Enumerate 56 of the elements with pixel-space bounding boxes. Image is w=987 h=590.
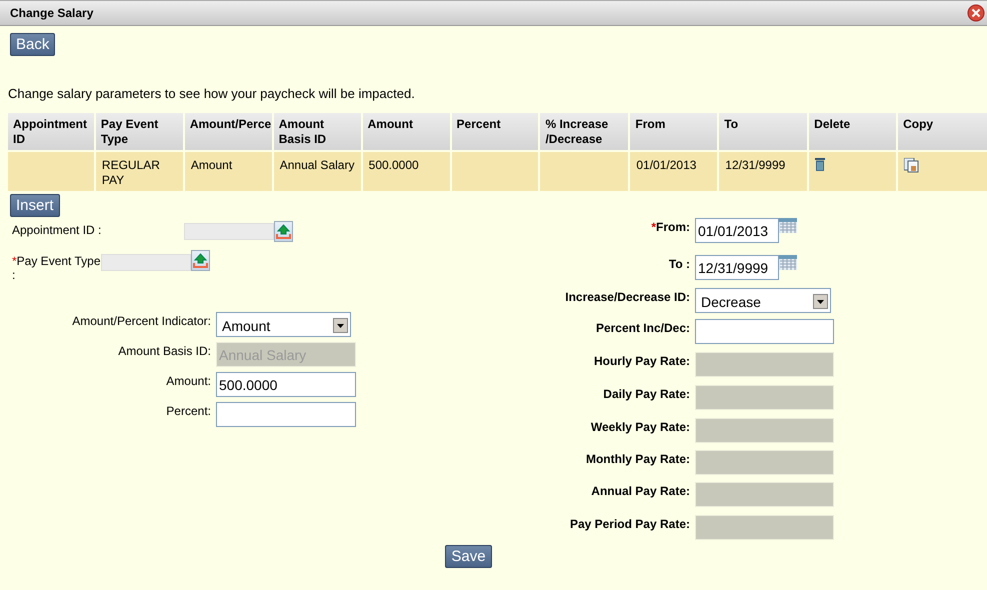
- column-header: Delete: [809, 113, 896, 150]
- description-text: Change salary parameters to see how your paycheck will be impacted.: [8, 86, 416, 101]
- date-field[interactable]: 12/31/9999: [695, 255, 779, 280]
- copy-icon[interactable]: [904, 158, 920, 173]
- column-header: Appointment ID: [8, 113, 94, 150]
- back-button[interactable]: Back: [10, 33, 56, 56]
- column-header: Amount/Perce: [184, 113, 272, 150]
- field-label: *Pay Event Type :: [11, 253, 101, 282]
- field-label: Amount Basis ID:: [117, 343, 212, 358]
- text-field[interactable]: [695, 319, 834, 344]
- dropdown[interactable]: Amount: [216, 312, 351, 337]
- date-field[interactable]: 01/01/2013: [695, 218, 779, 243]
- column-header: Amount: [362, 113, 450, 150]
- table-cell: 12/31/9999: [719, 152, 808, 191]
- field-label: Percent Inc/Dec:: [594, 320, 691, 335]
- lookup-field[interactable]: [101, 254, 191, 271]
- column-header: Amount Basis ID: [274, 113, 361, 150]
- field-label: *From:: [650, 219, 691, 234]
- field-label: Annual Pay Rate:: [590, 483, 691, 498]
- text-field[interactable]: 500.0000: [216, 372, 356, 397]
- lookup-button[interactable]: [274, 221, 293, 242]
- table-cell: Annual Salary: [274, 152, 361, 191]
- table-cell: Amount: [184, 152, 272, 191]
- window-title: Change Salary: [10, 6, 94, 20]
- field-label: Pay Period Pay Rate:: [568, 516, 691, 531]
- table-cell: REGULAR PAY: [96, 152, 183, 191]
- column-header: % Increase /Decrease: [540, 113, 628, 150]
- table-cell: 500.0000: [362, 152, 450, 191]
- column-header: Pay Event Type: [96, 113, 183, 150]
- field-label: To :: [668, 256, 691, 271]
- calendar-icon[interactable]: [779, 218, 797, 233]
- field-label: Monthly Pay Rate:: [584, 451, 691, 466]
- lookup-button[interactable]: [191, 250, 210, 271]
- text-field[interactable]: [216, 402, 356, 427]
- caret-icon: [813, 294, 828, 309]
- field-label: Increase/Decrease ID:: [564, 289, 691, 304]
- caret-icon: [333, 318, 348, 333]
- field-label: Appointment ID :: [11, 222, 102, 237]
- field-label: Amount/Percent Indicator:: [71, 313, 212, 328]
- close-icon[interactable]: [967, 4, 985, 22]
- field-label: Daily Pay Rate:: [602, 386, 691, 401]
- lookup-field[interactable]: [184, 223, 274, 240]
- field-label: Hourly Pay Rate:: [592, 353, 691, 368]
- column-header: Percent: [452, 113, 538, 150]
- table-cell: 01/01/2013: [630, 152, 718, 191]
- save-button[interactable]: Save: [445, 545, 492, 568]
- dropdown[interactable]: Decrease: [695, 288, 831, 313]
- insert-button[interactable]: Insert: [10, 194, 60, 217]
- column-header: Copy: [898, 113, 987, 150]
- calendar-icon[interactable]: [779, 255, 797, 270]
- column-header: From: [630, 113, 718, 150]
- field-label: Weekly Pay Rate:: [590, 419, 691, 434]
- column-header: To: [719, 113, 808, 150]
- field-label: Percent:: [165, 403, 212, 418]
- trash-icon[interactable]: [815, 158, 826, 171]
- field-label: Amount:: [165, 373, 212, 388]
